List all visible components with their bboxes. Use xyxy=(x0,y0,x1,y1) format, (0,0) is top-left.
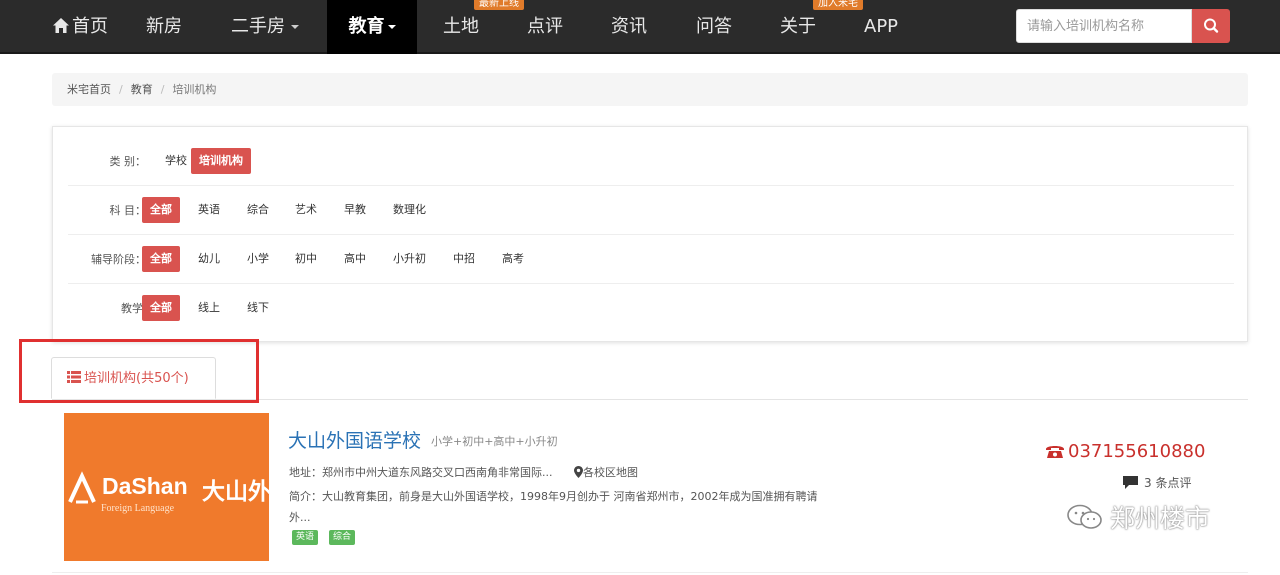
new-badge: 最新上线 xyxy=(474,0,524,10)
join-badge: 加入米宅 xyxy=(813,0,863,10)
search-input[interactable] xyxy=(1016,9,1192,43)
phone-number-text: 037155610880 xyxy=(1068,441,1206,462)
filter-label: 辅导阶段： xyxy=(91,253,146,266)
nav-app-label: APP xyxy=(864,16,899,37)
logo-subtitle: Foreign Language xyxy=(101,503,175,514)
filter-row-subject: 科 目： 全部 英语 综合 艺术 早教 数理化 xyxy=(68,186,1234,235)
filter-option-primary[interactable]: 小学 xyxy=(239,246,277,272)
nav-home-label: 首页 xyxy=(72,16,108,37)
campus-map-link[interactable]: 各校区地图 xyxy=(574,464,638,480)
school-levels: 小学+初中+高中+小升初 xyxy=(431,435,558,448)
campus-map-label: 各校区地图 xyxy=(583,466,638,479)
wechat-icon xyxy=(1067,504,1102,529)
watermark-text: 郑州楼市 xyxy=(1110,504,1211,533)
filter-option-gaokao[interactable]: 高考 xyxy=(494,246,532,272)
nav-item-about[interactable]: 关于 xyxy=(780,0,816,54)
nav-item-new-homes[interactable]: 新房 xyxy=(146,0,182,54)
filter-option-zhongzhao[interactable]: 中招 xyxy=(445,246,483,272)
filter-option-school[interactable]: 学校 xyxy=(157,148,195,174)
school-logo-image[interactable]: DaShan 大山外 Foreign Language xyxy=(64,413,269,561)
filter-option-comprehensive[interactable]: 综合 xyxy=(239,197,277,223)
top-navigation-bar: 首页 新房 二手房 教育 土地 最新上线 点评 资讯 问答 关于 加入米宅 AP… xyxy=(0,0,1280,54)
filter-panel: 类 别： 学校 培训机构 科 目： 全部 英语 综合 艺术 早教 数理化 辅导阶… xyxy=(52,126,1248,342)
filter-label: 类 别： xyxy=(109,155,147,168)
nav-item-news[interactable]: 资讯 xyxy=(611,0,647,54)
filter-option-preschool[interactable]: 幼儿 xyxy=(190,246,228,272)
filter-row-mode: 教学模式： 全部 线上 线下 xyxy=(68,284,1264,333)
nav-new-homes-label: 新房 xyxy=(146,16,182,37)
dashan-logo-mark xyxy=(68,471,96,504)
breadcrumb-separator: / xyxy=(119,83,123,96)
filter-option-math-science[interactable]: 数理化 xyxy=(385,197,434,223)
nav-item-qa[interactable]: 问答 xyxy=(696,0,732,54)
nav-qa-label: 问答 xyxy=(696,16,732,37)
phone-number: 037155610880 xyxy=(1045,441,1205,462)
filter-option-early-education[interactable]: 早教 xyxy=(336,197,374,223)
nav-item-education[interactable]: 教育 xyxy=(327,0,417,54)
tag-comprehensive: 综合 xyxy=(329,530,356,545)
filter-option-online[interactable]: 线上 xyxy=(190,295,228,321)
chevron-down-icon xyxy=(387,25,396,29)
breadcrumb-current: 培训机构 xyxy=(172,83,217,96)
tag-english: 英语 xyxy=(292,530,319,545)
nav-reviews-label: 点评 xyxy=(527,16,563,37)
nav-item-reviews[interactable]: 点评 xyxy=(527,0,563,54)
nav-about-label: 关于 xyxy=(780,16,816,37)
nav-second-hand-label: 二手房 xyxy=(231,16,285,37)
filter-option-junior[interactable]: 初中 xyxy=(287,246,325,272)
comment-icon xyxy=(1123,476,1138,489)
school-intro: 简介：大山教育集团，前身是大山外国语学校，1998年9月创办于 河南省郑州市，2… xyxy=(289,490,818,524)
phone-icon xyxy=(1046,445,1064,458)
filter-option-art[interactable]: 艺术 xyxy=(287,197,325,223)
nav-news-label: 资讯 xyxy=(611,16,647,37)
nav-item-second-hand[interactable]: 二手房 xyxy=(231,0,299,54)
breadcrumb-separator: / xyxy=(160,83,165,96)
filter-option-offline[interactable]: 线下 xyxy=(239,295,277,321)
logo-text-english: DaShan xyxy=(102,473,188,499)
nav-item-home[interactable]: 首页 xyxy=(52,0,108,54)
chevron-down-icon xyxy=(291,25,299,29)
nav-education-label: 教育 xyxy=(348,16,385,37)
filter-option-primary-to-junior[interactable]: 小升初 xyxy=(385,246,434,272)
filter-option-all[interactable]: 全部 xyxy=(142,197,180,223)
logo-text-chinese: 大山外 xyxy=(202,479,269,505)
breadcrumb-home[interactable]: 米宅首页 xyxy=(67,83,111,96)
reviews-count-link[interactable]: 3 条点评 xyxy=(1123,474,1191,491)
filter-option-senior[interactable]: 高中 xyxy=(336,246,374,272)
nav-item-app[interactable]: APP xyxy=(864,0,898,54)
reviews-count-text: 3 条点评 xyxy=(1144,476,1192,490)
school-address: 地址：郑州市中州大道东风路交叉口西南角非常国际... xyxy=(289,466,553,479)
filter-option-all[interactable]: 全部 xyxy=(142,246,180,272)
search-button[interactable] xyxy=(1192,9,1230,43)
breadcrumb: 米宅首页 / 教育 / 培训机构 xyxy=(52,73,1248,106)
school-name-link[interactable]: 大山外国语学校 xyxy=(288,426,421,453)
map-pin-icon xyxy=(574,466,583,478)
filter-option-training[interactable]: 培训机构 xyxy=(191,148,251,174)
filter-row-category: 类 别： 学校 培训机构 xyxy=(68,137,1234,186)
search-icon xyxy=(1204,18,1219,33)
result-divider xyxy=(52,572,1248,573)
home-icon xyxy=(53,17,69,33)
filter-option-english[interactable]: 英语 xyxy=(190,197,228,223)
filter-option-all[interactable]: 全部 xyxy=(142,295,180,321)
wechat-watermark: 郑州楼市 xyxy=(1066,499,1210,535)
highlight-annotation-box xyxy=(19,339,259,403)
filter-row-stage: 辅导阶段： 全部 幼儿 小学 初中 高中 小升初 中招 高考 xyxy=(68,235,1234,284)
breadcrumb-education[interactable]: 教育 xyxy=(131,83,153,96)
nav-land-label: 土地 xyxy=(443,16,479,37)
filter-label: 科 目： xyxy=(109,204,147,217)
